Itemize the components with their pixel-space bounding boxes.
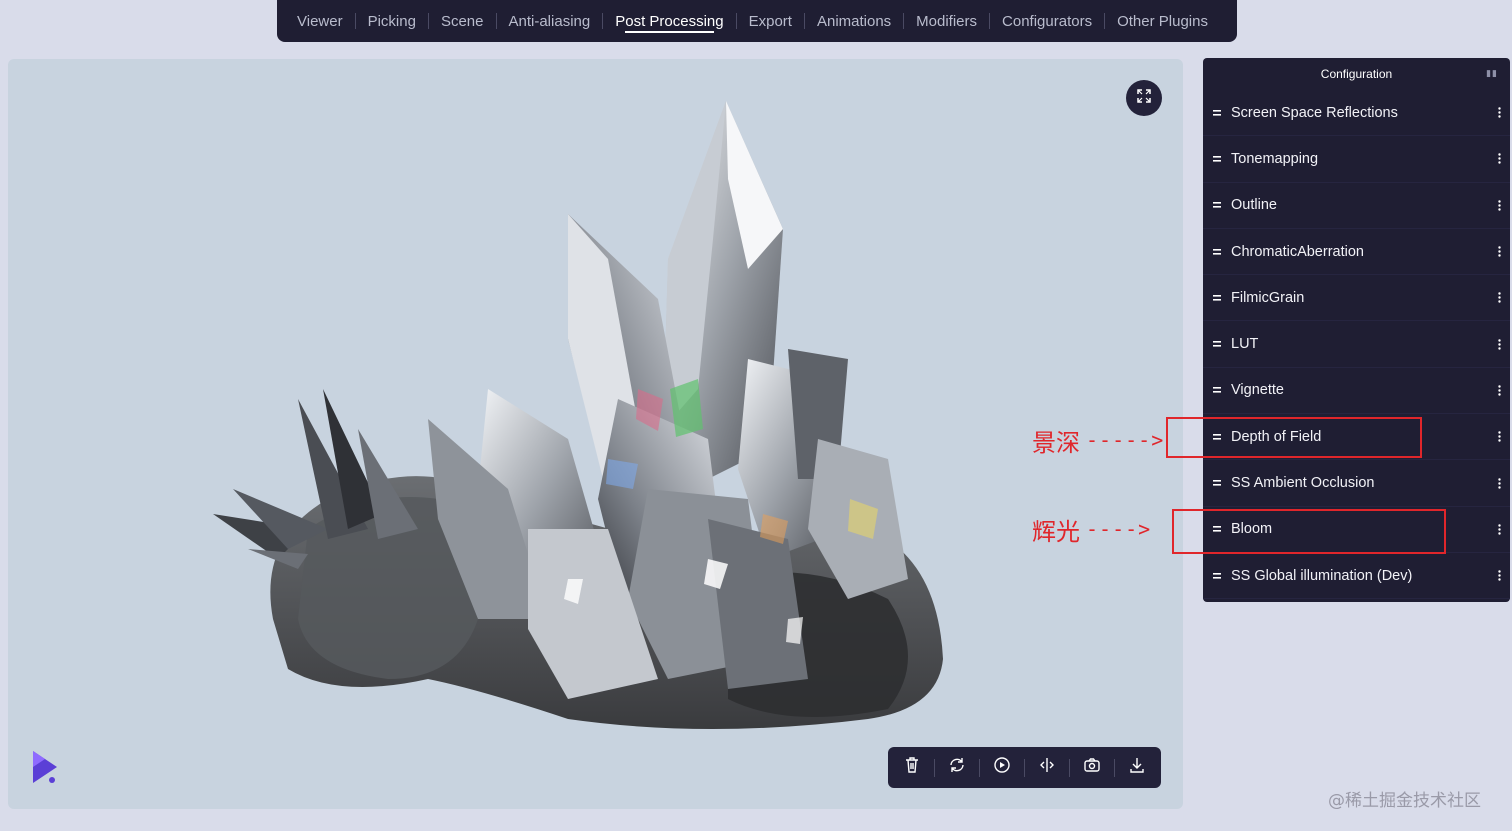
- camera-icon: [1083, 756, 1101, 779]
- download-button[interactable]: [1123, 754, 1151, 782]
- annotation-label-bloom: 辉光: [1032, 518, 1080, 546]
- panel-item-ss-ambient-occlusion[interactable]: SS Ambient Occlusion: [1203, 460, 1510, 507]
- more-options-icon[interactable]: [1488, 524, 1510, 535]
- fullscreen-button[interactable]: [1126, 80, 1162, 116]
- 3d-viewport[interactable]: [8, 59, 1183, 809]
- drag-handle-icon[interactable]: [1203, 109, 1231, 116]
- tab-animations[interactable]: Animations: [805, 0, 903, 42]
- panel-item-label: Outline: [1231, 197, 1277, 214]
- drag-handle-icon[interactable]: [1203, 387, 1231, 394]
- panel-item-label: Vignette: [1231, 382, 1284, 399]
- panel-item-tonemapping[interactable]: Tonemapping: [1203, 136, 1510, 183]
- annotation-box-depth-of-field: [1166, 417, 1422, 458]
- watermark-text: @稀土掘金技术社区: [1328, 791, 1481, 811]
- panel-item-vignette[interactable]: Vignette: [1203, 368, 1510, 415]
- more-options-icon[interactable]: [1488, 246, 1510, 257]
- panel-item-label: FilmicGrain: [1231, 289, 1305, 306]
- more-options-icon[interactable]: [1488, 153, 1510, 165]
- tab-viewer[interactable]: Viewer: [285, 0, 355, 42]
- play-button[interactable]: [988, 754, 1016, 782]
- toolbar-separator: [1069, 758, 1070, 777]
- panel-header: Configuration ▮▮: [1203, 58, 1510, 90]
- top-navigation: Viewer Picking Scene Anti-aliasing Post …: [277, 0, 1237, 42]
- tab-scene[interactable]: Scene: [429, 0, 496, 42]
- panel-grip-icon[interactable]: ▮▮: [1486, 68, 1498, 79]
- panel-item-label: ChromaticAberration: [1231, 243, 1364, 260]
- panel-item-label: LUT: [1231, 336, 1259, 353]
- panel-item-label: SS Ambient Occlusion: [1231, 475, 1375, 492]
- drag-handle-icon[interactable]: [1203, 572, 1231, 579]
- annotation-label-depth-of-field: 景深: [1032, 429, 1080, 457]
- panel-item-lut[interactable]: LUT: [1203, 321, 1510, 368]
- more-options-icon[interactable]: [1488, 107, 1510, 118]
- annotation-arrow-bloom: ---->: [1086, 517, 1152, 541]
- screenshot-button[interactable]: [1078, 754, 1106, 782]
- more-options-icon[interactable]: [1488, 292, 1510, 304]
- more-options-icon[interactable]: [1488, 477, 1510, 489]
- more-options-icon[interactable]: [1488, 338, 1510, 350]
- rotate-icon: [948, 756, 966, 779]
- panel-title: Configuration: [1320, 67, 1393, 81]
- panel-item-label: SS Global illumination (Dev): [1231, 567, 1413, 584]
- drag-handle-icon[interactable]: [1203, 202, 1231, 208]
- panel-item-outline[interactable]: Outline: [1203, 183, 1510, 229]
- panel-item-chromaticaberration[interactable]: ChromaticAberration: [1203, 229, 1510, 276]
- drag-handle-icon[interactable]: [1203, 248, 1231, 255]
- tab-export[interactable]: Export: [737, 0, 804, 42]
- toolbar-separator: [934, 758, 935, 777]
- download-icon: [1128, 756, 1146, 779]
- more-options-icon[interactable]: [1488, 200, 1510, 211]
- more-options-icon[interactable]: [1488, 570, 1510, 581]
- drag-handle-icon[interactable]: [1203, 294, 1231, 301]
- split-view-icon: [1038, 756, 1056, 779]
- panel-item-screen-space-reflections[interactable]: Screen Space Reflections: [1203, 90, 1510, 137]
- trash-icon: [903, 756, 921, 779]
- drag-handle-icon[interactable]: [1203, 480, 1231, 486]
- tab-other-plugins[interactable]: Other Plugins: [1105, 0, 1220, 42]
- drag-handle-icon[interactable]: [1203, 341, 1231, 347]
- panel-item-filmicgrain[interactable]: FilmicGrain: [1203, 275, 1510, 322]
- viewport-toolbar: [888, 747, 1161, 788]
- split-view-button[interactable]: [1033, 754, 1061, 782]
- toolbar-separator: [1024, 758, 1025, 777]
- tab-anti-aliasing[interactable]: Anti-aliasing: [497, 0, 603, 42]
- tab-picking[interactable]: Picking: [356, 0, 428, 42]
- rotate-button[interactable]: [943, 754, 971, 782]
- crystal-model: [213, 101, 944, 729]
- delete-button[interactable]: [898, 754, 926, 782]
- play-icon: [993, 756, 1011, 779]
- app-logo-icon: [30, 749, 60, 790]
- panel-item-label: Screen Space Reflections: [1231, 104, 1398, 121]
- annotation-box-bloom: [1172, 509, 1446, 554]
- toolbar-separator: [1114, 758, 1115, 777]
- tab-modifiers[interactable]: Modifiers: [904, 0, 989, 42]
- more-options-icon[interactable]: [1488, 385, 1510, 396]
- panel-item-label: Tonemapping: [1231, 150, 1319, 167]
- more-options-icon[interactable]: [1488, 431, 1510, 442]
- tab-post-processing[interactable]: Post Processing: [603, 0, 735, 42]
- toolbar-separator: [979, 758, 980, 777]
- drag-handle-icon[interactable]: [1203, 155, 1231, 162]
- annotation-arrow-depth-of-field: ----->: [1086, 428, 1165, 452]
- tab-configurators[interactable]: Configurators: [990, 0, 1104, 42]
- expand-icon: [1136, 88, 1152, 109]
- panel-item-ss-global-illumination-dev[interactable]: SS Global illumination (Dev): [1203, 553, 1510, 600]
